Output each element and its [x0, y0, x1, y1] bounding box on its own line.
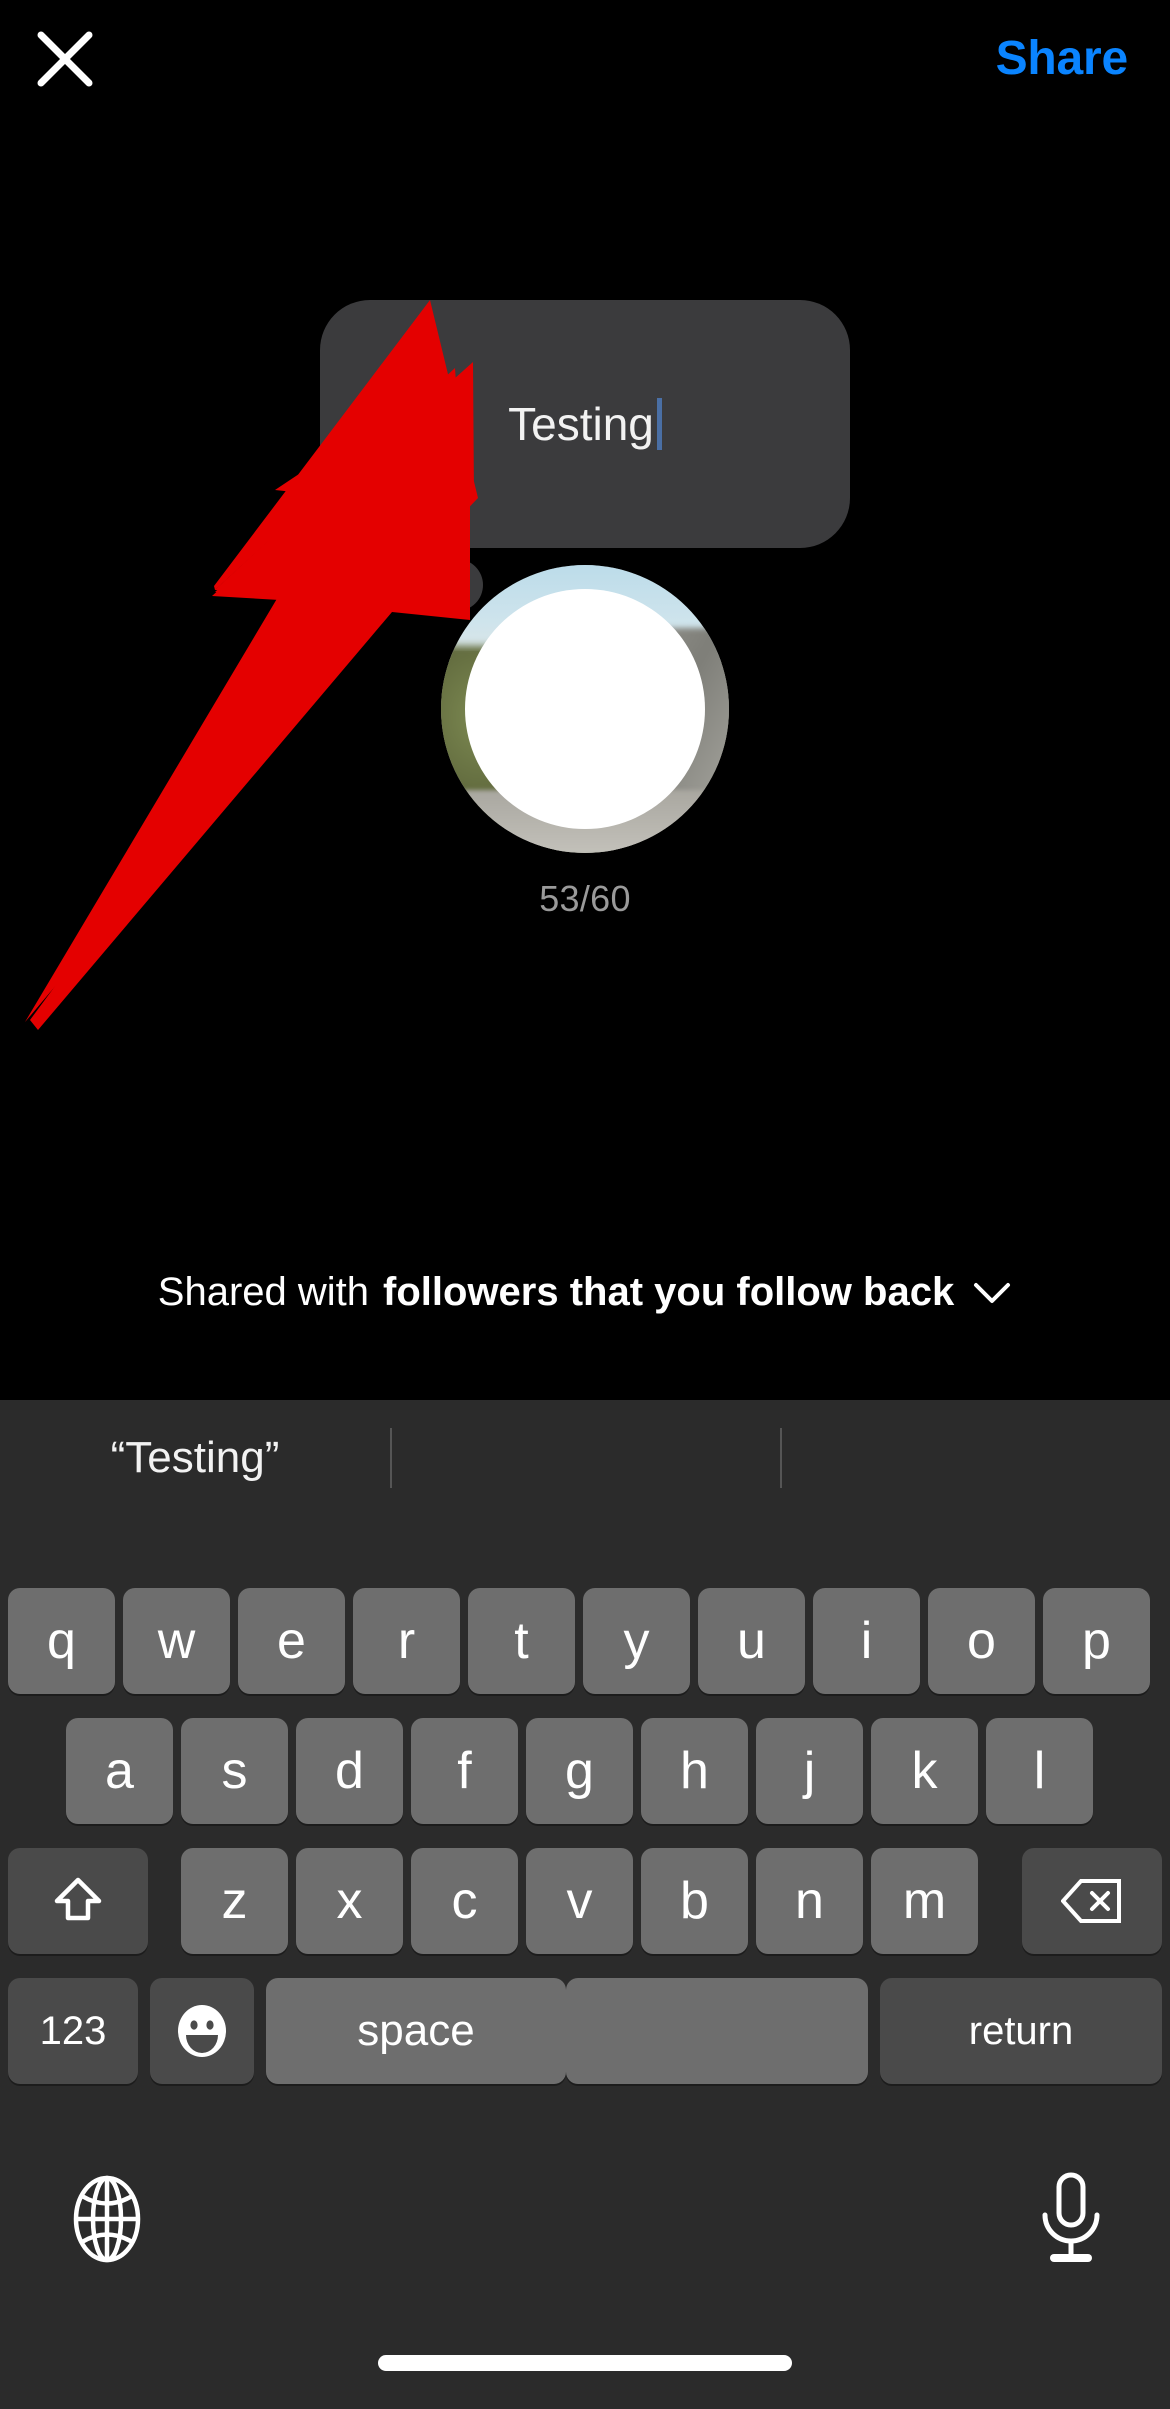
phone-screen: Share Testing 53/60 Shared with follower… — [0, 0, 1170, 2409]
keyboard-row-3: z x c v b n m — [0, 1848, 1170, 1954]
suggestion-0[interactable]: “Testing” — [0, 1400, 390, 1515]
emoji-smiley-icon — [173, 2002, 231, 2060]
avatar[interactable] — [431, 559, 729, 853]
key-n[interactable]: n — [756, 1848, 863, 1954]
key-o[interactable]: o — [928, 1588, 1035, 1694]
predictive-suggestion-bar: “Testing” — [0, 1400, 1170, 1515]
key-z[interactable]: z — [181, 1848, 288, 1954]
audience-value: followers that you follow back — [383, 1270, 955, 1314]
audience-selector[interactable]: Shared with followers that you follow ba… — [0, 1270, 1170, 1315]
keyboard-row-4: 123 space return — [0, 1978, 1170, 2084]
suggestion-2[interactable] — [780, 1400, 1170, 1515]
avatar-white-overlay — [465, 589, 705, 829]
space-key-ext[interactable] — [566, 1978, 868, 2084]
key-f[interactable]: f — [411, 1718, 518, 1824]
suggestion-1[interactable] — [390, 1400, 780, 1515]
key-l[interactable]: l — [986, 1718, 1093, 1824]
emoji-key[interactable] — [150, 1978, 254, 2084]
key-r[interactable]: r — [353, 1588, 460, 1694]
note-text-bubble[interactable]: Testing — [320, 300, 850, 548]
space-key[interactable]: space — [266, 1978, 566, 2084]
keyboard-row-2: a s d f g h j k l — [0, 1718, 1170, 1824]
top-bar: Share — [0, 0, 1170, 120]
key-u[interactable]: u — [698, 1588, 805, 1694]
key-d[interactable]: d — [296, 1718, 403, 1824]
on-screen-keyboard: “Testing” q w e r t y u i o p a s d f g … — [0, 1400, 1170, 2409]
keyboard-row-1: q w e r t y u i o p — [0, 1588, 1170, 1694]
key-c[interactable]: c — [411, 1848, 518, 1954]
text-caret — [656, 398, 662, 450]
key-w[interactable]: w — [123, 1588, 230, 1694]
close-icon[interactable] — [32, 26, 98, 92]
key-e[interactable]: e — [238, 1588, 345, 1694]
key-a[interactable]: a — [66, 1718, 173, 1824]
key-b[interactable]: b — [641, 1848, 748, 1954]
key-g[interactable]: g — [526, 1718, 633, 1824]
backspace-delete-icon — [1061, 1877, 1123, 1925]
key-s[interactable]: s — [181, 1718, 288, 1824]
key-k[interactable]: k — [871, 1718, 978, 1824]
key-p[interactable]: p — [1043, 1588, 1150, 1694]
audience-prefix: Shared with — [157, 1270, 370, 1314]
key-h[interactable]: h — [641, 1718, 748, 1824]
shift-up-arrow-icon — [51, 1874, 105, 1928]
keyboard-utility-row — [0, 2140, 1170, 2320]
key-q[interactable]: q — [8, 1588, 115, 1694]
key-v[interactable]: v — [526, 1848, 633, 1954]
red-pointer-arrow — [25, 300, 478, 1030]
key-m[interactable]: m — [871, 1848, 978, 1954]
chevron-down-icon[interactable] — [972, 1280, 1012, 1306]
globe-language-icon[interactable] — [52, 2164, 162, 2274]
key-j[interactable]: j — [756, 1718, 863, 1824]
note-text-row: Testing — [508, 396, 662, 452]
share-button[interactable]: Share — [996, 30, 1129, 88]
key-i[interactable]: i — [813, 1588, 920, 1694]
key-t[interactable]: t — [468, 1588, 575, 1694]
backspace-key[interactable] — [1022, 1848, 1162, 1954]
key-x[interactable]: x — [296, 1848, 403, 1954]
key-y[interactable]: y — [583, 1588, 690, 1694]
microphone-dictation-icon[interactable] — [1016, 2164, 1126, 2274]
character-counter: 53/60 — [539, 878, 631, 919]
note-text: Testing — [508, 398, 654, 450]
shift-key[interactable] — [8, 1848, 148, 1954]
return-key[interactable]: return — [880, 1978, 1162, 2084]
home-indicator — [378, 2355, 792, 2371]
numbers-key[interactable]: 123 — [8, 1978, 138, 2084]
bubble-tail-dot — [431, 559, 483, 611]
